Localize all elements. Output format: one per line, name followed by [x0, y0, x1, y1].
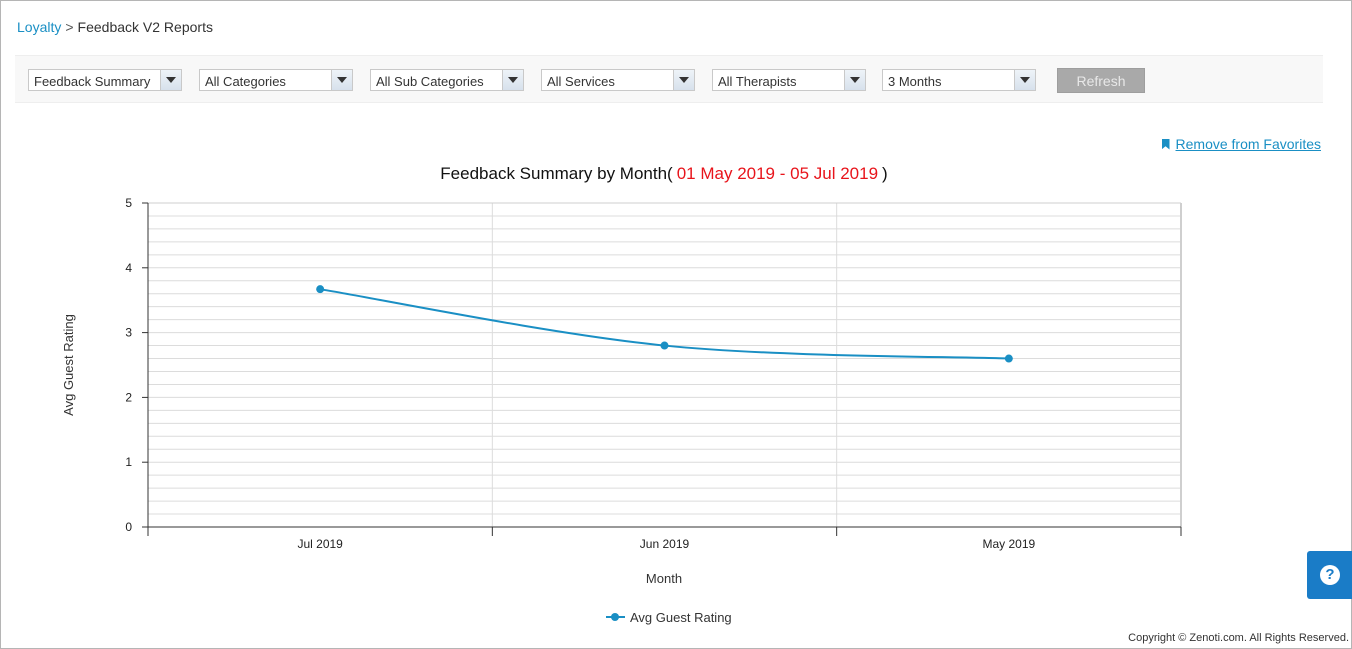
breadcrumb: Loyalty > Feedback V2 Reports — [17, 19, 213, 35]
x-axis-label: Month — [646, 571, 682, 586]
service-select[interactable]: All Services — [541, 69, 695, 91]
chevron-down-icon[interactable] — [673, 70, 694, 90]
chevron-down-icon[interactable] — [502, 70, 523, 90]
period-select[interactable]: 3 Months — [882, 69, 1036, 91]
y-tick-label: 5 — [125, 196, 132, 210]
bookmark-icon — [1161, 138, 1170, 150]
breadcrumb-separator: > — [65, 19, 74, 35]
refresh-button[interactable]: Refresh — [1057, 68, 1145, 93]
question-circle-icon: ? — [1320, 565, 1340, 585]
chart-title: Feedback Summary by Month(01 May 2019 - … — [440, 164, 887, 183]
chevron-down-icon[interactable] — [844, 70, 865, 90]
copyright-text: Copyright © Zenoti.com. All Rights Reser… — [1128, 632, 1349, 644]
x-tick-label: Jun 2019 — [640, 537, 690, 551]
therapist-value: All Therapists — [718, 74, 797, 89]
chevron-down-icon[interactable] — [331, 70, 352, 90]
category-select[interactable]: All Categories — [199, 69, 353, 91]
therapist-select[interactable]: All Therapists — [712, 69, 866, 91]
sub-category-value: All Sub Categories — [376, 74, 484, 89]
breadcrumb-loyalty-link[interactable]: Loyalty — [17, 19, 61, 35]
service-value: All Services — [547, 74, 615, 89]
remove-favorites-label: Remove from Favorites — [1175, 136, 1321, 152]
legend-marker — [611, 613, 619, 621]
report-page: Loyalty > Feedback V2 Reports Feedback Sum… — [0, 0, 1352, 649]
report-type-select[interactable]: Feedback Summary — [28, 69, 182, 91]
sub-category-select[interactable]: All Sub Categories — [370, 69, 524, 91]
chevron-down-icon[interactable] — [160, 70, 181, 90]
y-axis-label: Avg Guest Rating — [61, 314, 76, 416]
data-point[interactable] — [316, 285, 325, 294]
y-tick-label: 0 — [125, 520, 132, 534]
chart-title-close: ) — [882, 164, 888, 183]
y-tick-label: 2 — [125, 390, 132, 404]
plot-area: 0 1 2 3 4 5 Jul 2019 Jun 2019 May 2019 — [125, 196, 1182, 551]
legend-label: Avg Guest Rating — [630, 610, 732, 625]
plot-background — [148, 203, 1181, 527]
chart-title-text: Feedback Summary by Month( — [440, 164, 673, 183]
chart-title-range: 01 May 2019 - 05 Jul 2019 — [677, 164, 878, 183]
chevron-down-icon[interactable] — [1014, 70, 1035, 90]
feedback-chart: Feedback Summary by Month(01 May 2019 - … — [61, 164, 1182, 625]
data-point[interactable] — [660, 341, 669, 350]
chart-legend[interactable]: Avg Guest Rating — [606, 610, 732, 625]
breadcrumb-current: Feedback V2 Reports — [77, 19, 213, 35]
y-tick-label: 1 — [125, 455, 132, 469]
period-value: 3 Months — [888, 74, 942, 89]
filter-bar: Feedback Summary All Categories All Sub … — [15, 55, 1323, 103]
x-tick-label: Jul 2019 — [297, 537, 343, 551]
category-value: All Categories — [205, 74, 286, 89]
remove-favorites-link[interactable]: Remove from Favorites — [1161, 136, 1321, 152]
report-type-value: Feedback Summary — [34, 74, 151, 89]
help-button[interactable]: ? — [1307, 551, 1352, 599]
y-tick-label: 3 — [125, 326, 132, 340]
x-tick-label: May 2019 — [982, 537, 1035, 551]
y-tick-label: 4 — [125, 261, 132, 275]
data-point[interactable] — [1004, 354, 1013, 363]
